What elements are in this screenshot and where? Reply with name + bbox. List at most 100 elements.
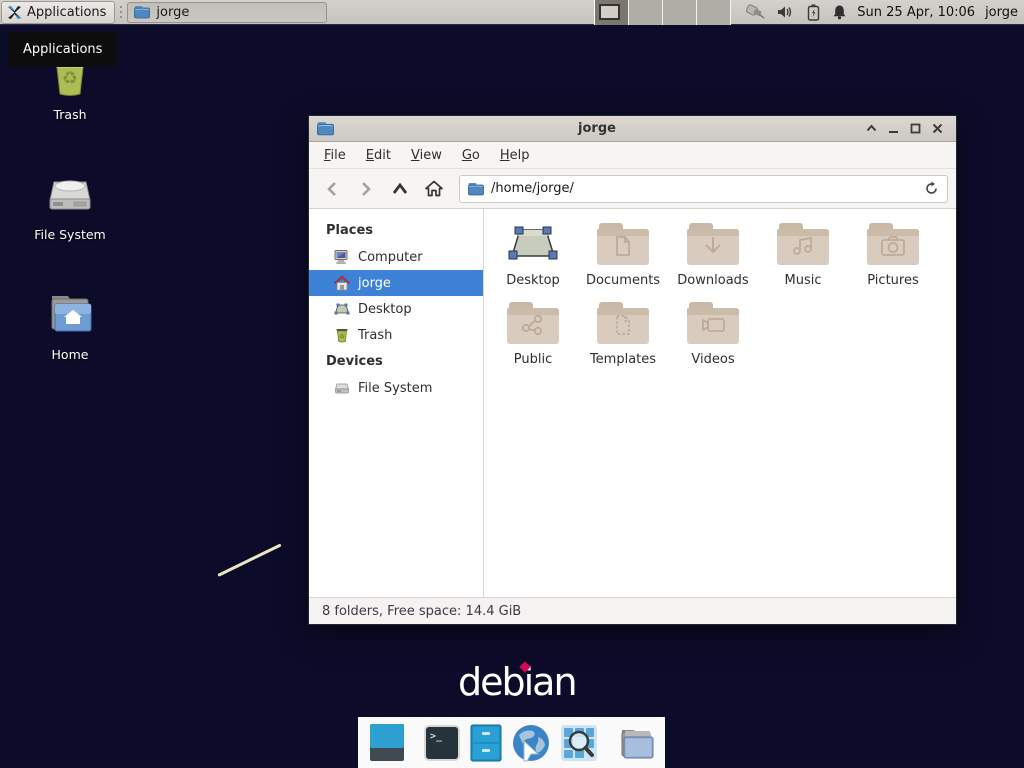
folder-item-downloads[interactable]: Downloads [668, 223, 758, 288]
desktop-special-icon [507, 223, 559, 265]
sidebar-item-computer[interactable]: Computer [309, 244, 483, 270]
folder-item-public[interactable]: Public [488, 302, 578, 367]
folder-label: Templates [590, 352, 656, 367]
tooltip-text: Applications [23, 42, 102, 57]
address-text[interactable]: /home/jorge/ [491, 181, 917, 196]
maximize-button[interactable] [904, 119, 926, 139]
folder-item-pictures[interactable]: Pictures [848, 223, 938, 288]
folder-label: Documents [586, 273, 660, 288]
network-icon[interactable] [745, 4, 765, 21]
path-folder-icon [468, 182, 484, 196]
web-browser-launcher[interactable] [511, 723, 551, 763]
close-button[interactable] [926, 119, 948, 139]
menu-help[interactable]: Help [491, 145, 539, 166]
window-title: jorge [334, 121, 860, 136]
panel-clock[interactable]: Sun 25 Apr, 10:06 [857, 5, 975, 20]
sidebar-item-label: File System [358, 381, 432, 396]
desktop-icon-file-system[interactable]: File System [15, 166, 125, 242]
panel-grip [118, 3, 124, 21]
dock-folder-icon [616, 724, 656, 762]
globe-browser-icon [511, 723, 551, 763]
show-desktop-button[interactable] [369, 723, 405, 762]
menu-edit[interactable]: Edit [357, 145, 400, 166]
minimize-button[interactable] [882, 119, 904, 139]
up-button[interactable] [385, 174, 415, 204]
file-manager-launcher[interactable] [470, 724, 502, 762]
folder-label: Public [514, 352, 552, 367]
workspace-2[interactable] [629, 0, 663, 25]
volume-icon[interactable] [777, 4, 795, 20]
workspace-4[interactable] [697, 0, 731, 25]
computer-icon [334, 249, 350, 265]
workspace-1[interactable] [595, 0, 629, 25]
desktop-icon-label: File System [15, 227, 125, 242]
system-tray [745, 4, 847, 21]
svg-text:♻: ♻ [339, 334, 344, 341]
sidebar-item-trash[interactable]: ♻ Trash [309, 322, 483, 348]
sidebar-item-label: Computer [358, 250, 423, 265]
reload-icon[interactable] [924, 181, 939, 196]
folder-launcher[interactable] [616, 724, 656, 762]
places-header: Places [309, 217, 483, 244]
shade-button[interactable] [860, 119, 882, 139]
desktop-icon [334, 301, 350, 317]
folder-label: Downloads [677, 273, 748, 288]
applications-menu-icon [6, 4, 23, 21]
folder-item-desktop[interactable]: Desktop [488, 223, 578, 288]
terminal-icon: >_ [423, 724, 461, 762]
folder-icon [597, 302, 649, 344]
taskbar-window-button[interactable]: jorge [127, 2, 327, 23]
folder-label: Videos [691, 352, 734, 367]
debian-logo-text: debian [458, 660, 576, 704]
home-icon [334, 275, 350, 291]
folder-item-music[interactable]: Music [758, 223, 848, 288]
back-button[interactable] [317, 174, 347, 204]
window-folder-icon [134, 5, 150, 19]
menu-file[interactable]: File [315, 145, 355, 166]
folder-label: Music [785, 273, 822, 288]
sidebar-item-file-system[interactable]: File System [309, 375, 483, 401]
applications-menu-button[interactable]: Applications [1, 1, 115, 24]
trash-icon: ♻ [334, 327, 350, 343]
path-bar[interactable]: /home/jorge/ [459, 175, 948, 203]
toolbar: /home/jorge/ [309, 168, 956, 209]
sidebar-item-desktop[interactable]: Desktop [309, 296, 483, 322]
folder-icon [777, 223, 829, 265]
home-button[interactable] [419, 174, 449, 204]
panel-username[interactable]: jorge [985, 5, 1018, 20]
folder-item-videos[interactable]: Videos [668, 302, 758, 367]
file-manager-window: jorge File Edit View Go Help [308, 115, 957, 625]
folder-label: Desktop [506, 273, 560, 288]
battery-icon[interactable] [807, 4, 820, 21]
svg-text:>_: >_ [430, 731, 443, 742]
folder-icon [507, 302, 559, 344]
app-finder-launcher[interactable] [560, 724, 598, 762]
folder-icon [867, 223, 919, 265]
sidebar-item-label: Desktop [358, 302, 412, 317]
app-finder-icon [560, 724, 598, 762]
folder-label: Pictures [867, 273, 918, 288]
bottom-dock-panel: >_ [358, 717, 665, 768]
desktop-screen: debian ♻ Trash File System [0, 0, 1024, 768]
menu-go[interactable]: Go [453, 145, 489, 166]
desktop-icon-label: Trash [15, 107, 125, 122]
window-titlebar[interactable]: jorge [309, 116, 956, 142]
show-desktop-icon [369, 723, 405, 762]
file-list-view[interactable]: Desktop Documents Downloads [484, 209, 956, 597]
workspace-pager[interactable] [594, 0, 731, 25]
notification-bell-icon[interactable] [832, 4, 847, 20]
menu-view[interactable]: View [402, 145, 451, 166]
desktop-icon-home[interactable]: Home [15, 286, 125, 362]
devices-header: Devices [309, 348, 483, 375]
sidebar-item-jorge[interactable]: jorge [309, 270, 483, 296]
file-cabinet-icon [470, 724, 502, 762]
workspace-window-preview [599, 4, 620, 20]
terminal-launcher[interactable]: >_ [423, 724, 461, 762]
workspace-3[interactable] [663, 0, 697, 25]
forward-button[interactable] [351, 174, 381, 204]
sidebar-item-label: Trash [358, 328, 392, 343]
folder-item-templates[interactable]: Templates [578, 302, 668, 367]
folder-item-documents[interactable]: Documents [578, 223, 668, 288]
folder-icon [687, 223, 739, 265]
wallpaper-swirl-line [217, 543, 281, 576]
